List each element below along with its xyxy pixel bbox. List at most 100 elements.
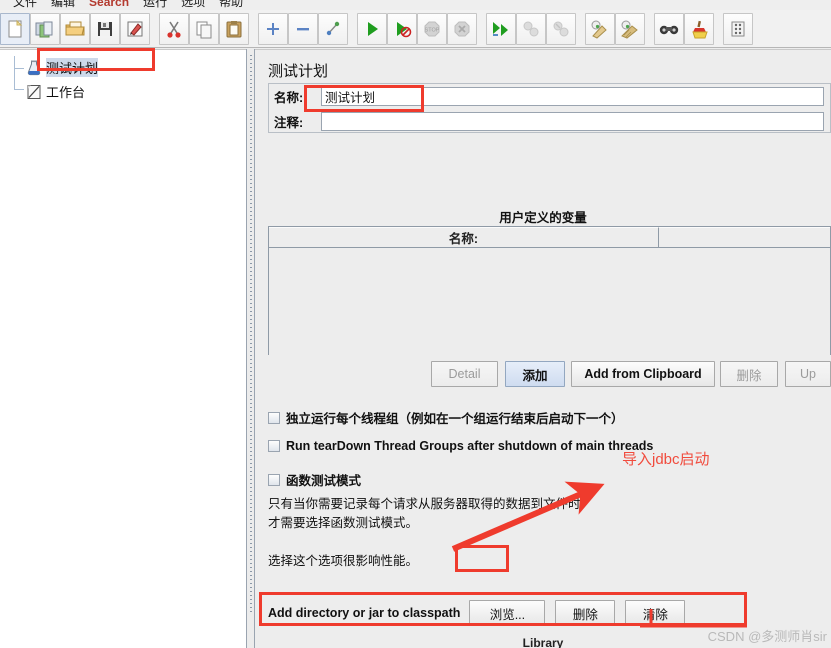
- tree-node-label: 测试计划: [46, 58, 99, 77]
- toolbar-separator: [576, 13, 585, 45]
- run-teardown-row[interactable]: Run tearDown Thread Groups after shutdow…: [268, 439, 653, 453]
- toolbar-expand-all-button[interactable]: [258, 12, 288, 45]
- clear-icon: [589, 19, 611, 39]
- shutdown-icon: [452, 19, 472, 39]
- callout-text: 导入jdbc启动: [622, 451, 710, 468]
- tree-connector: [14, 56, 24, 90]
- panel-splitter[interactable]: [246, 49, 255, 648]
- function-helper-icon: [728, 19, 748, 39]
- jmeter-window: 文件 编辑 Search 运行 选项 帮助 STOP 测试计划 工作台 测试计划…: [0, 0, 831, 648]
- save-icon: [95, 19, 115, 39]
- udv-table-body[interactable]: [269, 248, 830, 355]
- udv-button-row: Detail 添加 Add from Clipboard 删除 Up: [268, 361, 831, 387]
- help-text-line-1: 只有当你需要记录每个请求从服务器取得的数据到文件时: [268, 497, 581, 511]
- comment-row: 注释:: [269, 109, 830, 134]
- toolbar-save-as-button[interactable]: [120, 12, 150, 45]
- toolbar-separator: [150, 13, 159, 45]
- broom-icon: [689, 19, 709, 39]
- detail-button[interactable]: Detail: [431, 361, 498, 387]
- test-plan-tree[interactable]: 测试计划 工作台: [0, 49, 246, 648]
- up-button[interactable]: Up: [785, 361, 831, 387]
- clear-all-icon: [619, 19, 641, 39]
- page-title: 测试计划: [268, 63, 329, 80]
- toolbar-clear-button[interactable]: [585, 12, 615, 45]
- udv-section-title: 用户定义的变量: [499, 211, 587, 225]
- toolbar-separator: [477, 13, 486, 45]
- checkbox-label: 独立运行每个线程组（例如在一个组运行结束后启动下一个）: [286, 412, 624, 426]
- remote-shutdown-icon: [550, 19, 572, 39]
- toolbar-cut-button[interactable]: [159, 12, 189, 45]
- tree-node-label: 工作台: [46, 85, 86, 100]
- toolbar-function-helper-button[interactable]: [723, 12, 753, 45]
- templates-icon: [34, 19, 56, 39]
- toolbar-reset-search-button[interactable]: [684, 12, 714, 45]
- toolbar-shutdown-button: [447, 12, 477, 45]
- comment-input[interactable]: [321, 112, 824, 131]
- cut-icon: [164, 19, 184, 39]
- add-button[interactable]: 添加: [505, 361, 565, 387]
- add-from-clipboard-button[interactable]: Add from Clipboard: [571, 361, 715, 387]
- help-text-line-2: 才需要选择函数测试模式。: [268, 516, 419, 530]
- checkbox-functional-test-mode[interactable]: [268, 473, 280, 486]
- toolbar-separator: [714, 13, 723, 45]
- binoculars-icon: [658, 19, 680, 39]
- name-comment-group: 名称: 测试计划 注释:: [268, 83, 831, 133]
- toolbar-open-button[interactable]: [60, 12, 90, 45]
- toolbar-separator: [249, 13, 258, 45]
- splitter-grip: [250, 55, 252, 615]
- toolbar-paste-button[interactable]: [219, 12, 249, 45]
- toolbar-save-button[interactable]: [90, 12, 120, 45]
- new-icon: [5, 19, 25, 39]
- classpath-delete-button[interactable]: 删除: [555, 600, 616, 626]
- toolbar-toggle-button[interactable]: [318, 12, 348, 45]
- toolbar-stop-button: STOP: [417, 12, 447, 45]
- udv-table[interactable]: 名称:: [268, 226, 831, 355]
- name-row: 名称: 测试计划: [269, 84, 830, 109]
- toolbar-clear-all-button[interactable]: [615, 12, 645, 45]
- tree-node-test-plan[interactable]: 测试计划: [25, 58, 99, 77]
- classpath-label: Add directory or jar to classpath: [268, 606, 461, 620]
- workbench-icon: [25, 83, 43, 101]
- checkbox-label: 函数测试模式: [286, 474, 362, 488]
- toolbar-new-button[interactable]: [0, 12, 30, 45]
- toolbar-start-no-pauses-button[interactable]: [387, 12, 417, 45]
- checkbox-label: Run tearDown Thread Groups after shutdow…: [286, 439, 654, 453]
- toolbar-search-button[interactable]: [654, 12, 684, 45]
- delete-button[interactable]: 删除: [720, 361, 778, 387]
- help-text-line-3: 选择这个选项很影响性能。: [268, 554, 419, 568]
- toggle-icon: [323, 19, 343, 39]
- toolbar-collapse-all-button[interactable]: [288, 12, 318, 45]
- menu-item-search[interactable]: Search: [82, 0, 136, 11]
- toolbar-start-button[interactable]: [357, 12, 387, 45]
- tree-node-workbench[interactable]: 工作台: [25, 82, 85, 101]
- browse-button[interactable]: 浏览...: [469, 600, 546, 626]
- toolbar-separator: [645, 13, 654, 45]
- remote-start-icon: [490, 19, 512, 39]
- test-plan-panel: 测试计划 名称: 测试计划 注释: 用户定义的变量 名称: Detail 添加: [255, 49, 831, 648]
- paste-icon: [224, 19, 244, 39]
- stop-icon: STOP: [422, 19, 442, 39]
- udv-table-header: 名称:: [269, 227, 830, 248]
- checkbox-run-teardown-groups[interactable]: [268, 440, 280, 452]
- watermark: CSDN @多测师肖sir: [707, 629, 827, 644]
- play-no-pauses-icon: [392, 19, 412, 39]
- functional-test-mode-row[interactable]: 函数测试模式: [268, 470, 361, 489]
- udv-column-value[interactable]: [659, 227, 830, 247]
- remote-stop-icon: [520, 19, 542, 39]
- toolbar-remote-start-all-button[interactable]: [486, 12, 516, 45]
- name-input[interactable]: 测试计划: [321, 87, 824, 106]
- toolbar-separator: [348, 13, 357, 45]
- test-plan-icon: [25, 59, 43, 77]
- toolbar-copy-button[interactable]: [189, 12, 219, 45]
- toolbar-remote-shutdown-all-button: [546, 12, 576, 45]
- name-label: 名称:: [274, 91, 304, 105]
- toolbar-remote-stop-all-button: [516, 12, 546, 45]
- comment-label: 注释:: [274, 116, 304, 130]
- toolbar: STOP: [0, 10, 831, 48]
- run-groups-consecutively-row[interactable]: 独立运行每个线程组（例如在一个组运行结束后启动下一个）: [268, 408, 624, 427]
- toolbar-templates-button[interactable]: [30, 12, 60, 45]
- udv-column-name[interactable]: 名称:: [269, 227, 659, 247]
- checkbox-run-groups-consecutively[interactable]: [268, 411, 280, 424]
- classpath-clear-button[interactable]: 清除: [625, 600, 686, 626]
- save-as-icon: [125, 19, 145, 39]
